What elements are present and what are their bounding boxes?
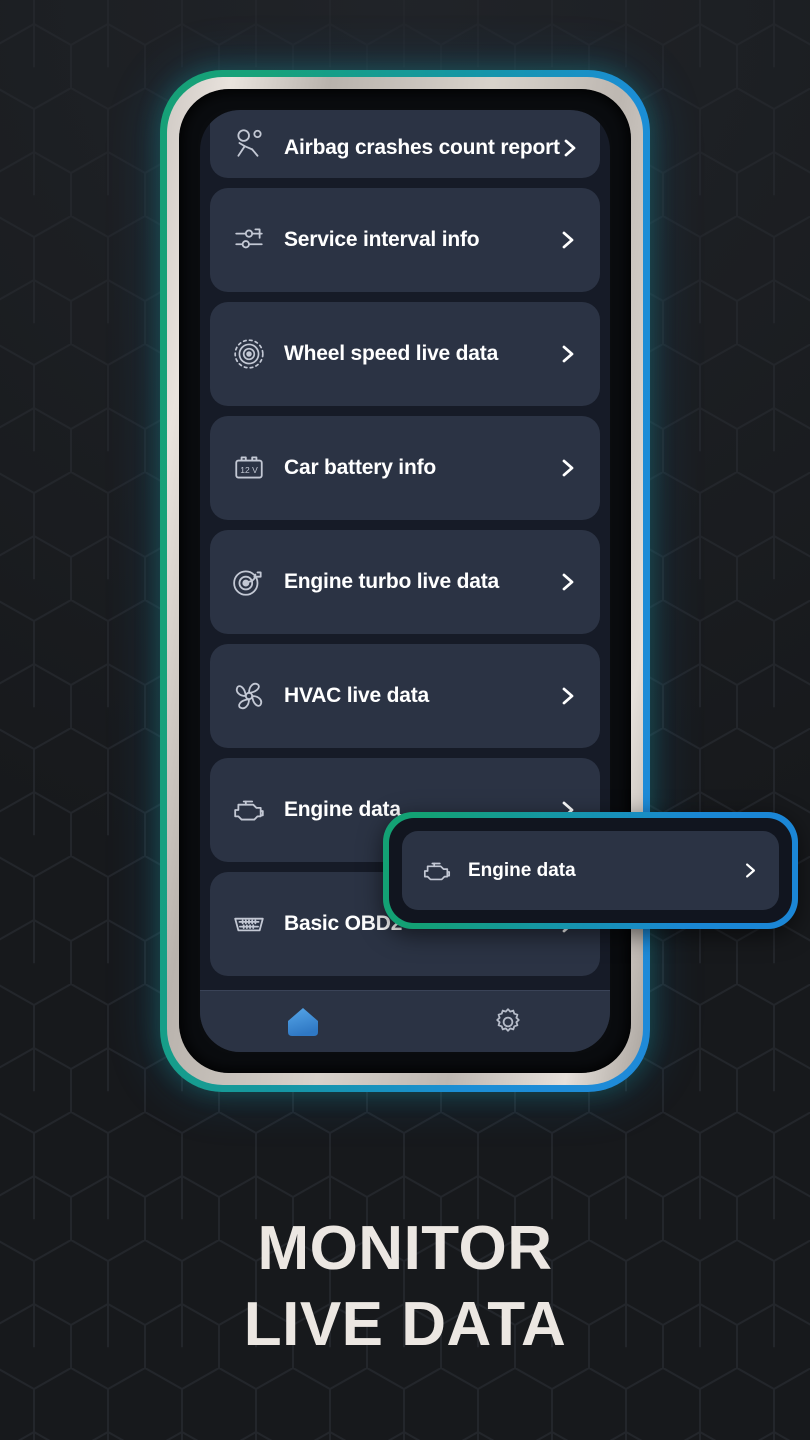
- list-item-hvac-live-data[interactable]: HVAC live data: [210, 644, 600, 748]
- list-item-label: Wheel speed live data: [284, 342, 499, 365]
- chevron-right-icon: [558, 684, 578, 708]
- list-item-car-battery-info[interactable]: 12 V Car battery info: [210, 416, 600, 520]
- chevron-right-icon: [558, 456, 578, 480]
- svg-text:12 V: 12 V: [240, 465, 258, 475]
- list-item-label: Engine data: [284, 798, 401, 821]
- engine-icon: [232, 793, 266, 827]
- list-item-label: Basic OBD2: [284, 912, 403, 935]
- callout-list-item-engine-data[interactable]: Engine data: [402, 831, 779, 910]
- list-item-label: Service interval info: [284, 228, 480, 251]
- headline-line-2: LIVE DATA: [243, 1290, 567, 1359]
- chevron-right-icon: [558, 342, 578, 366]
- list-item-label: Airbag crashes count report: [284, 136, 560, 159]
- phone-gradient-frame: Airbag crashes count report Service inte…: [160, 70, 650, 1092]
- bottom-navigation-bar: [200, 990, 610, 1052]
- promo-headline: MONITOR LIVE DATA: [0, 1218, 810, 1356]
- gear-icon: [492, 1006, 524, 1038]
- phone-mockup: Airbag crashes count report Service inte…: [160, 70, 650, 1092]
- list-item-service-interval-info[interactable]: Service interval info: [210, 188, 600, 292]
- list-item-wheel-speed-live-data[interactable]: Wheel speed live data: [210, 302, 600, 406]
- list-item-label: HVAC live data: [284, 684, 430, 707]
- nav-item-home[interactable]: [200, 1005, 405, 1039]
- phone-metal-bezel: Airbag crashes count report Service inte…: [167, 77, 643, 1085]
- list-item-label: Car battery info: [284, 456, 436, 479]
- highlight-callout: Engine data: [383, 812, 798, 929]
- home-icon: [285, 1005, 321, 1039]
- turbocharger-icon: [232, 565, 266, 599]
- headline-line-1: MONITOR: [257, 1214, 553, 1283]
- car-battery-12v-icon: 12 V: [232, 451, 266, 485]
- callout-inner: Engine data: [389, 818, 792, 923]
- promo-screenshot: Airbag crashes count report Service inte…: [0, 0, 810, 1440]
- chevron-right-icon: [558, 570, 578, 594]
- chevron-right-icon: [558, 228, 578, 252]
- wrench-tools-icon: [232, 223, 266, 257]
- callout-label: Engine data: [468, 859, 576, 881]
- chevron-right-icon: [560, 136, 580, 160]
- list-item-label: Engine turbo live data: [284, 570, 499, 593]
- engine-icon: [422, 856, 452, 886]
- list-item-engine-turbo-live-data[interactable]: Engine turbo live data: [210, 530, 600, 634]
- fan-icon: [232, 679, 266, 713]
- obd2-connector-icon: [232, 907, 266, 941]
- airbag-icon: [232, 126, 266, 160]
- chevron-right-icon: [742, 860, 759, 881]
- list-item-airbag-crashes-count-report[interactable]: Airbag crashes count report: [210, 110, 600, 178]
- wheel-speed-icon: [232, 337, 266, 371]
- nav-item-settings[interactable]: [405, 1006, 610, 1038]
